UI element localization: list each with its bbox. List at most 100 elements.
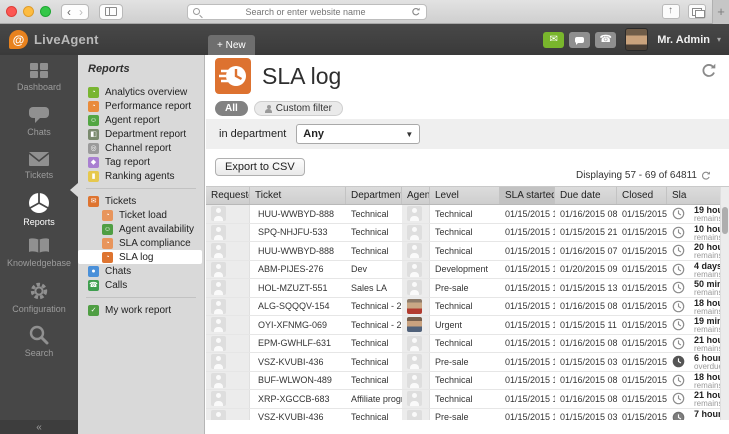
user-name[interactable]: Mr. Admin <box>657 34 710 46</box>
export-csv-button[interactable]: Export to CSV <box>215 158 305 176</box>
requester-cell <box>206 372 250 390</box>
user-menu-caret-icon[interactable]: ▾ <box>717 35 721 44</box>
minimize-window-button[interactable] <box>23 6 34 17</box>
liveagent-logo[interactable]: @ LiveAgent <box>0 30 99 49</box>
menu-item-label: Analytics overview <box>105 87 187 98</box>
refresh-icon[interactable] <box>701 63 717 79</box>
reports-menu-item[interactable]: ◔ Analytics overview <box>78 85 202 99</box>
table-scrollbar[interactable] <box>720 187 729 420</box>
sidebar-toggle-icon[interactable] <box>105 7 117 16</box>
back-button[interactable]: ‹ <box>67 5 71 19</box>
menu-item-icon: ✉ <box>88 196 99 207</box>
tab-overview-icon[interactable] <box>688 4 706 19</box>
scrollbar-thumb[interactable] <box>722 207 728 234</box>
due-date-cell: 01/16/2015 08:0 <box>555 205 617 223</box>
menu-item-icon: ● <box>88 266 99 277</box>
table-row[interactable]: VSZ-KVUBI-436 Technical Pre-sale 01/15/2… <box>206 409 729 421</box>
level-cell: Pre-sale <box>430 279 500 297</box>
column-header-level[interactable]: Level <box>430 187 500 204</box>
level-cell: Technical <box>430 335 500 353</box>
closed-cell: 01/15/2015 12:0 <box>617 205 667 223</box>
menu-item-icon: ☺ <box>88 115 99 126</box>
table-row[interactable]: OYI-XFNMG-069 Technical - 2nd Urgent 01/… <box>206 316 729 335</box>
column-header-ticket[interactable]: Ticket <box>250 187 346 204</box>
table-row[interactable]: EPM-GWHLF-631 Technical Technical 01/15/… <box>206 335 729 354</box>
column-header-agent[interactable]: Agent <box>402 187 430 204</box>
filter-bar: in department Any ▼ <box>206 119 729 149</box>
sidebar-item-knowledgebase[interactable]: Knowledgebase <box>0 231 78 275</box>
address-bar[interactable] <box>187 4 427 20</box>
new-tab-button[interactable]: + <box>712 0 729 24</box>
filter-all-button[interactable]: All <box>215 101 248 116</box>
menu-item-icon: ◎ <box>88 143 99 154</box>
table-row[interactable]: ABM-PIJES-276 Dev Development 01/15/2015… <box>206 261 729 280</box>
menu-item-icon: ◧ <box>88 129 99 140</box>
share-icon[interactable] <box>662 4 680 19</box>
table-row[interactable]: XRP-XGCCB-683 Affiliate program Technica… <box>206 390 729 409</box>
mail-icon[interactable]: ✉ <box>543 32 564 48</box>
table-row[interactable]: SPQ-NHJFU-533 Technical Technical 01/15/… <box>206 224 729 243</box>
sidebar-item-chats[interactable]: Chats <box>0 99 78 143</box>
column-header-department[interactable]: Department <box>346 187 402 204</box>
chats-icon <box>27 106 51 124</box>
reports-menu-item[interactable]: ● Chats <box>78 264 202 278</box>
table-row[interactable]: HOL-MZUZT-551 Sales LA Pre-sale 01/15/20… <box>206 279 729 298</box>
table-row[interactable]: BUF-WLWON-489 Technical Technical 01/15/… <box>206 372 729 391</box>
zoom-window-button[interactable] <box>40 6 51 17</box>
gear-icon <box>28 281 50 301</box>
column-header-due-date[interactable]: Due date <box>555 187 617 204</box>
reports-menu-item[interactable]: ◔ Performance report <box>78 99 202 113</box>
reports-menu-item[interactable]: ☺ Agent report <box>78 113 202 127</box>
closed-cell: 01/15/2015 10:0 <box>617 335 667 353</box>
address-input[interactable] <box>204 7 407 17</box>
department-cell: Technical <box>346 409 402 421</box>
custom-filter-button[interactable]: Custom filter <box>254 101 343 116</box>
sidebar-item-configuration[interactable]: Configuration <box>0 275 78 319</box>
department-select[interactable]: Any ▼ <box>296 124 420 144</box>
column-header-sla-started[interactable]: SLA started <box>500 187 555 204</box>
reports-menu-item[interactable]: ◎ Channel report <box>78 141 202 155</box>
reports-menu-item[interactable]: ◔ SLA log <box>78 250 202 264</box>
user-avatar[interactable] <box>625 28 648 51</box>
column-header-requester[interactable]: Requester <box>206 187 250 204</box>
collapse-sidebar-button[interactable]: « <box>0 420 78 434</box>
sidebar-item-tickets[interactable]: Tickets <box>0 143 78 187</box>
tickets-icon <box>27 151 51 167</box>
new-ticket-button[interactable]: + New <box>208 35 255 55</box>
chat-bubble-icon[interactable] <box>569 32 590 48</box>
menu-divider <box>86 188 196 189</box>
reports-menu-item[interactable]: ☺ Agent availability <box>78 222 202 236</box>
reports-menu-item[interactable]: ◔ Ticket load <box>78 208 202 222</box>
requester-cell <box>206 205 250 223</box>
ticket-cell: BUF-WLWON-489 <box>250 372 346 390</box>
reload-list-icon[interactable] <box>701 171 711 181</box>
sidebar-item-reports[interactable]: Reports <box>0 187 78 231</box>
table-row[interactable]: HUU-WWBYD-888 Technical Technical 01/15/… <box>206 242 729 261</box>
table-row[interactable]: VSZ-KVUBI-436 Technical Pre-sale 01/15/2… <box>206 353 729 372</box>
ticket-cell: VSZ-KVUBI-436 <box>250 409 346 421</box>
sla-started-cell: 01/15/2015 11:0 <box>500 261 555 279</box>
column-header-closed[interactable]: Closed <box>617 187 667 204</box>
requester-avatar <box>211 280 226 295</box>
forward-button[interactable]: › <box>79 5 83 19</box>
phone-icon[interactable]: ☎ <box>595 32 616 48</box>
closed-cell: 01/15/2015 13:0 <box>617 372 667 390</box>
department-label: in department <box>219 128 286 140</box>
reports-menu-item[interactable]: ✓ My work report <box>78 303 202 317</box>
sla-started-cell: 01/15/2015 10:0 <box>500 298 555 316</box>
close-window-button[interactable] <box>6 6 17 17</box>
requester-avatar <box>211 336 226 351</box>
reports-menu-item[interactable]: ▮ Ranking agents <box>78 169 202 183</box>
reports-menu-item[interactable]: ◔ SLA compliance <box>78 236 202 250</box>
table-row[interactable]: HUU-WWBYD-888 Technical Technical 01/15/… <box>206 205 729 224</box>
reports-menu-item[interactable]: ◆ Tag report <box>78 155 202 169</box>
column-header-sla[interactable]: Sla <box>667 187 689 204</box>
reports-menu-item[interactable]: ◧ Department report <box>78 127 202 141</box>
table-row[interactable]: ALG-SQQQV-154 Technical - 2nd Technical … <box>206 298 729 317</box>
reload-icon[interactable] <box>411 7 421 17</box>
reports-menu-item[interactable]: ✉ Tickets <box>78 194 202 208</box>
sidebar-item-dashboard[interactable]: Dashboard <box>0 55 78 99</box>
sla-clock-icon <box>667 261 689 279</box>
sidebar-item-search[interactable]: Search <box>0 319 78 363</box>
reports-menu-item[interactable]: ☎ Calls <box>78 278 202 292</box>
